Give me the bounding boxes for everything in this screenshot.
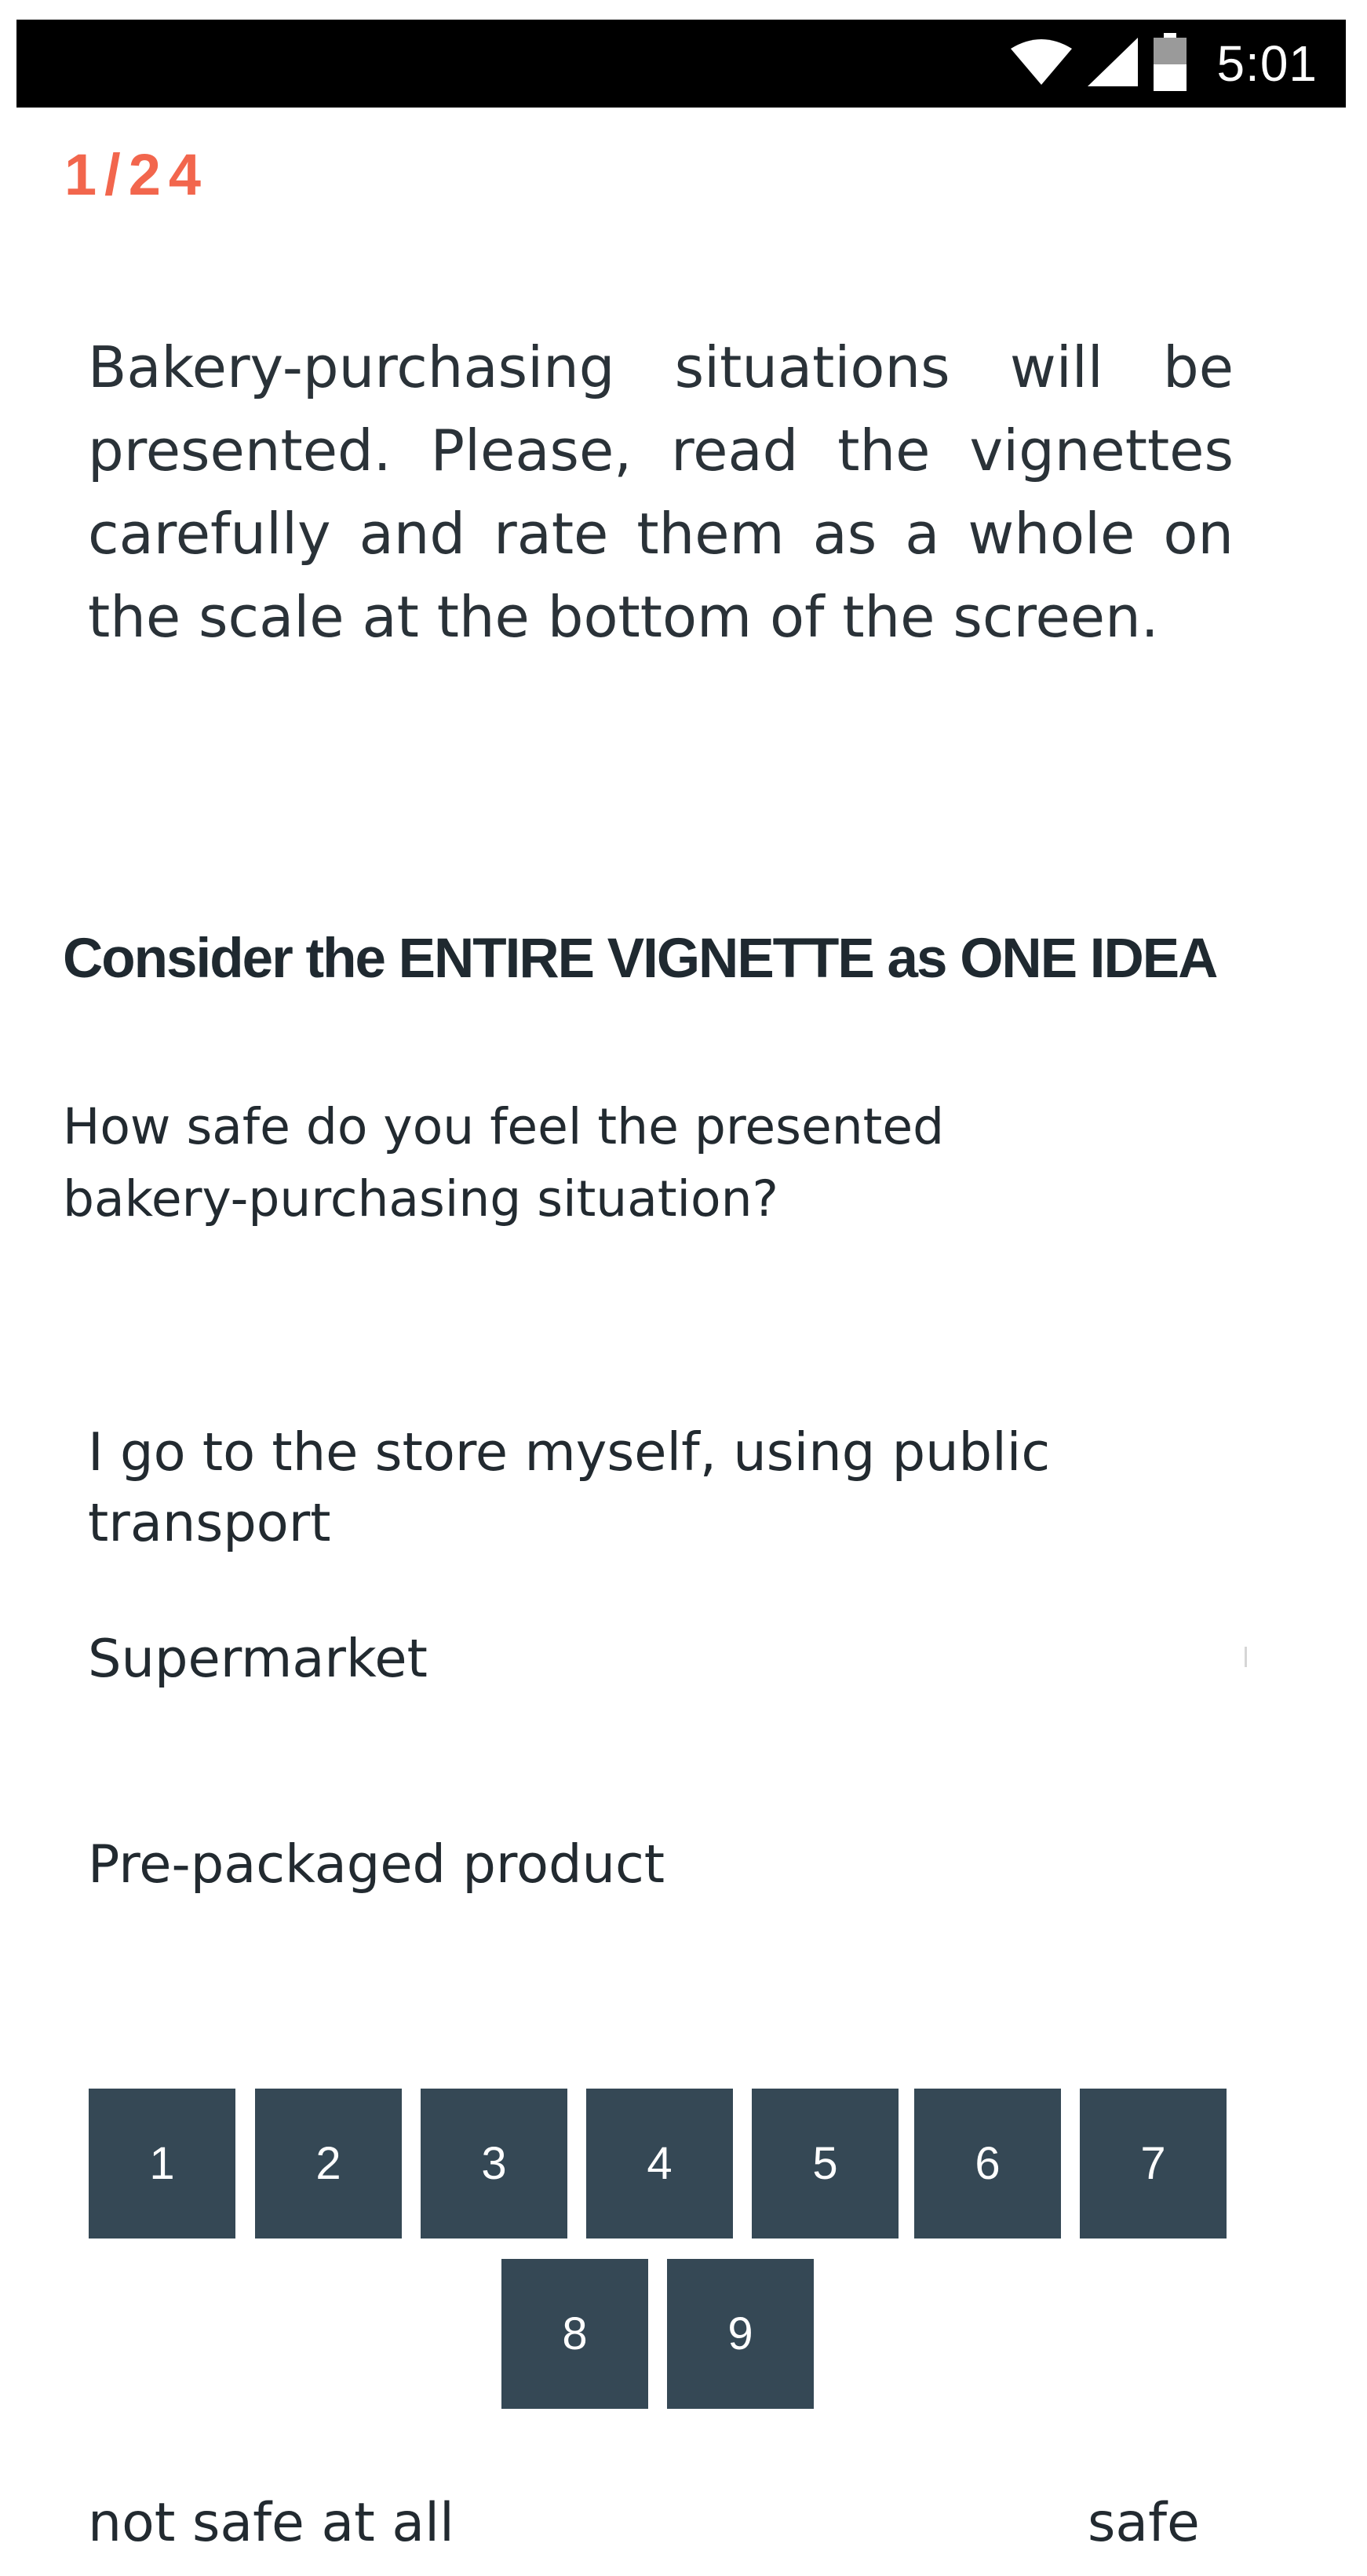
wifi-icon	[1011, 38, 1073, 89]
instructions-text: Bakery-purchasing situations will be pre…	[88, 334, 1234, 650]
section-title: Consider the ENTIRE VIGNETTE as ONE IDEA	[63, 928, 1218, 990]
rating-button-8[interactable]: 8	[501, 2259, 648, 2409]
rating-button-9[interactable]: 9	[667, 2259, 814, 2409]
rating-button-1[interactable]: 1	[89, 2089, 235, 2238]
rating-button-5[interactable]: 5	[752, 2089, 899, 2238]
vignette-item: I go to the store myself, using public t…	[88, 1421, 1051, 1553]
status-icons: 5:01	[1011, 20, 1346, 108]
status-bar: 5:01	[16, 20, 1346, 108]
rating-button-6[interactable]: 6	[914, 2089, 1061, 2238]
vignette-item: Pre-packaged product	[88, 1833, 665, 1895]
scroll-indicator	[1245, 1647, 1247, 1667]
rating-button-7[interactable]: 7	[1080, 2089, 1227, 2238]
status-time: 5:01	[1216, 35, 1318, 92]
signal-icon	[1088, 38, 1139, 89]
battery-icon	[1154, 33, 1187, 94]
scale-label-low: not safe at all	[88, 2492, 454, 2554]
vignette-item: Supermarket	[88, 1628, 428, 1689]
rating-button-3[interactable]: 3	[421, 2089, 567, 2238]
progress-counter: 1/24	[64, 142, 210, 207]
scale-label-high: safe	[1088, 2492, 1200, 2554]
rating-button-4[interactable]: 4	[586, 2089, 733, 2238]
rating-button-2[interactable]: 2	[255, 2089, 402, 2238]
question-text: How safe do you feel the presented baker…	[63, 1098, 945, 1228]
